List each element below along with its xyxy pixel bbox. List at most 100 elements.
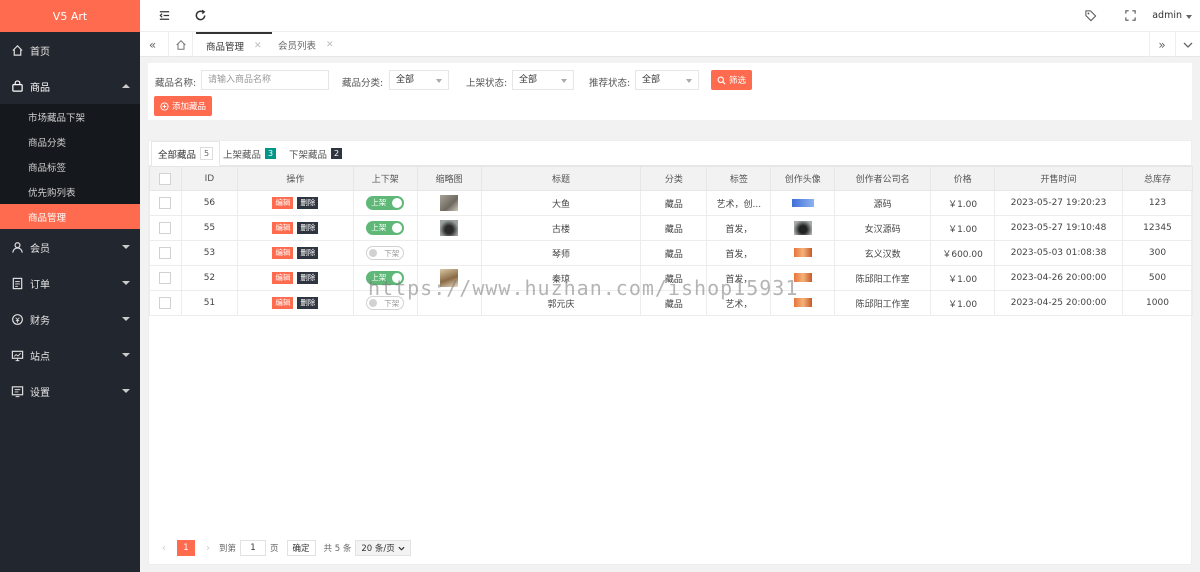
row-checkbox[interactable] xyxy=(159,272,172,284)
shelf-toggle[interactable]: 下架 xyxy=(366,296,405,310)
recommend-status-label: 推荐状态: xyxy=(589,78,631,89)
category-select[interactable]: 全部 xyxy=(389,70,449,90)
shelf-toggle[interactable]: 下架 xyxy=(366,246,405,260)
sidebar-item-orders[interactable]: 订单 xyxy=(0,265,140,301)
column-header: 价格 xyxy=(930,166,996,191)
subnav-item-tags[interactable]: 商品标签 xyxy=(0,154,140,179)
plus-circle-icon xyxy=(160,101,169,111)
close-icon[interactable]: ✕ xyxy=(326,40,334,50)
delete-button[interactable]: 删除 xyxy=(297,222,319,234)
table-row: 53 编辑 删除 下架 琴师 藏品 首发， 玄义汉数 ￥600.00 2023-0… xyxy=(149,240,1194,266)
column-header: 上下架 xyxy=(352,166,418,191)
name-input[interactable]: 请输入商品名称 xyxy=(201,70,329,90)
page-confirm-button[interactable]: 确定 xyxy=(286,540,316,556)
chevron-down-icon xyxy=(561,79,567,83)
shelf-toggle[interactable]: 上架 xyxy=(366,221,405,235)
cell-id: 52 xyxy=(180,265,238,291)
cell-title: 秦琼 xyxy=(480,265,642,291)
table-row: 52 编辑 删除 上架 秦琼 藏品 首发， 陈邱阳工作室 ￥1.00 2023-0… xyxy=(149,265,1194,291)
cell-stock: 12345 xyxy=(1121,215,1194,241)
close-icon[interactable]: ✕ xyxy=(254,41,262,51)
cell-category: 藏品 xyxy=(640,215,708,241)
edit-button[interactable]: 编辑 xyxy=(272,222,294,234)
sidebar-item-finance[interactable]: 财务 xyxy=(0,301,140,337)
subnav-item-priority[interactable]: 优先购列表 xyxy=(0,179,140,204)
edit-button[interactable]: 编辑 xyxy=(272,247,294,259)
chevron-up-icon xyxy=(122,84,130,88)
cell-tags: 首发， xyxy=(706,215,772,241)
cell-title: 大鱼 xyxy=(480,190,642,216)
logo[interactable]: V5 Art xyxy=(0,0,140,32)
sidebar-item-label: 财务 xyxy=(30,315,50,327)
cell-price: ￥600.00 xyxy=(930,240,996,266)
refresh-icon[interactable] xyxy=(194,9,208,23)
fullscreen-icon[interactable] xyxy=(1124,9,1138,23)
sidebar-item-members[interactable]: 会员 xyxy=(0,229,140,265)
prev-page-icon[interactable]: ‹ xyxy=(157,543,171,554)
column-header[interactable]: ID xyxy=(180,166,238,191)
delete-button[interactable]: 删除 xyxy=(297,272,319,284)
cell-stock: 123 xyxy=(1121,190,1194,216)
column-header: 操作 xyxy=(236,166,354,191)
cell-title: 郭元庆 xyxy=(480,290,642,316)
subnav-item-goods-manage[interactable]: 商品管理 xyxy=(0,204,140,229)
sidebar-item-settings[interactable]: 设置 xyxy=(0,373,140,409)
filter-panel: 藏品名称: 请输入商品名称 藏品分类: 全部 上架状态: 全部 推荐状态: 全部… xyxy=(148,63,1192,120)
cell-title: 琴师 xyxy=(480,240,642,266)
cell-id: 55 xyxy=(180,215,238,241)
edit-button[interactable]: 编辑 xyxy=(272,297,294,309)
home-tab-icon[interactable] xyxy=(168,32,193,57)
tag-icon[interactable] xyxy=(1084,9,1098,23)
shelf-toggle[interactable]: 上架 xyxy=(366,271,405,285)
delete-button[interactable]: 删除 xyxy=(297,247,319,259)
row-select-cell xyxy=(149,265,182,291)
subnav-item-category[interactable]: 商品分类 xyxy=(0,129,140,154)
tabs-scroll-left-icon[interactable]: « xyxy=(140,32,165,57)
delete-button[interactable]: 删除 xyxy=(297,197,319,209)
row-checkbox[interactable] xyxy=(159,197,172,209)
tabs-scroll-right-icon[interactable]: » xyxy=(1149,32,1174,57)
delete-button[interactable]: 删除 xyxy=(297,297,319,309)
subnav-item-market-delist[interactable]: 市场藏品下架 xyxy=(0,104,140,129)
edit-button[interactable]: 编辑 xyxy=(272,197,294,209)
next-page-icon[interactable]: › xyxy=(201,543,215,554)
sidebar: V5 Art 首页 商品 市场藏品下架 商品分类 商品标签 优先购列表 商品管理… xyxy=(0,0,140,572)
select-all-checkbox[interactable] xyxy=(159,172,172,185)
cell-avatar xyxy=(770,240,836,266)
sidebar-item-site[interactable]: 站点 xyxy=(0,337,140,373)
chevron-down-icon[interactable] xyxy=(1186,15,1192,19)
sidebar-item-goods[interactable]: 商品 xyxy=(0,68,140,104)
sidebar-item-home[interactable]: 首页 xyxy=(0,32,140,68)
select-all-cell[interactable] xyxy=(149,166,182,191)
user-menu[interactable]: admin xyxy=(1152,10,1182,21)
cell-thumbnail xyxy=(416,265,482,291)
tab-on-shelf[interactable]: 上架藏品 3 xyxy=(217,141,282,166)
edit-button[interactable]: 编辑 xyxy=(272,272,294,284)
home-icon xyxy=(10,43,24,57)
sidebar-item-label: 会员 xyxy=(30,243,50,255)
select-value: 全部 xyxy=(519,75,538,85)
row-select-cell xyxy=(149,240,182,266)
page-jump-input[interactable]: 1 xyxy=(240,540,267,556)
top-bar: admin xyxy=(140,0,1200,32)
creator-avatar xyxy=(793,298,812,307)
tabs-menu-icon[interactable] xyxy=(1175,32,1200,57)
shelf-toggle[interactable]: 上架 xyxy=(366,196,405,210)
row-checkbox[interactable] xyxy=(159,247,172,259)
tab-goods-manage[interactable]: 商品管理 ✕ xyxy=(196,32,272,57)
collapse-menu-icon[interactable] xyxy=(158,9,172,23)
thumbnail-image xyxy=(440,220,459,236)
row-checkbox[interactable] xyxy=(159,222,172,234)
cell-category: 藏品 xyxy=(640,240,708,266)
row-checkbox[interactable] xyxy=(159,297,172,309)
tab-off-shelf[interactable]: 下架藏品 2 xyxy=(283,141,348,166)
tab-member-list[interactable]: 会员列表 ✕ xyxy=(268,32,344,57)
recommend-status-select[interactable]: 全部 xyxy=(635,70,699,90)
add-item-button[interactable]: 添加藏品 xyxy=(154,96,213,116)
shelf-status-select[interactable]: 全部 xyxy=(512,70,574,90)
page-size-select[interactable]: 20 条/页 xyxy=(355,540,411,556)
search-button[interactable]: 筛选 xyxy=(711,70,753,90)
tab-all-items[interactable]: 全部藏品 5 xyxy=(151,141,221,166)
page-current[interactable]: 1 xyxy=(177,540,195,556)
settings-icon xyxy=(10,384,24,398)
